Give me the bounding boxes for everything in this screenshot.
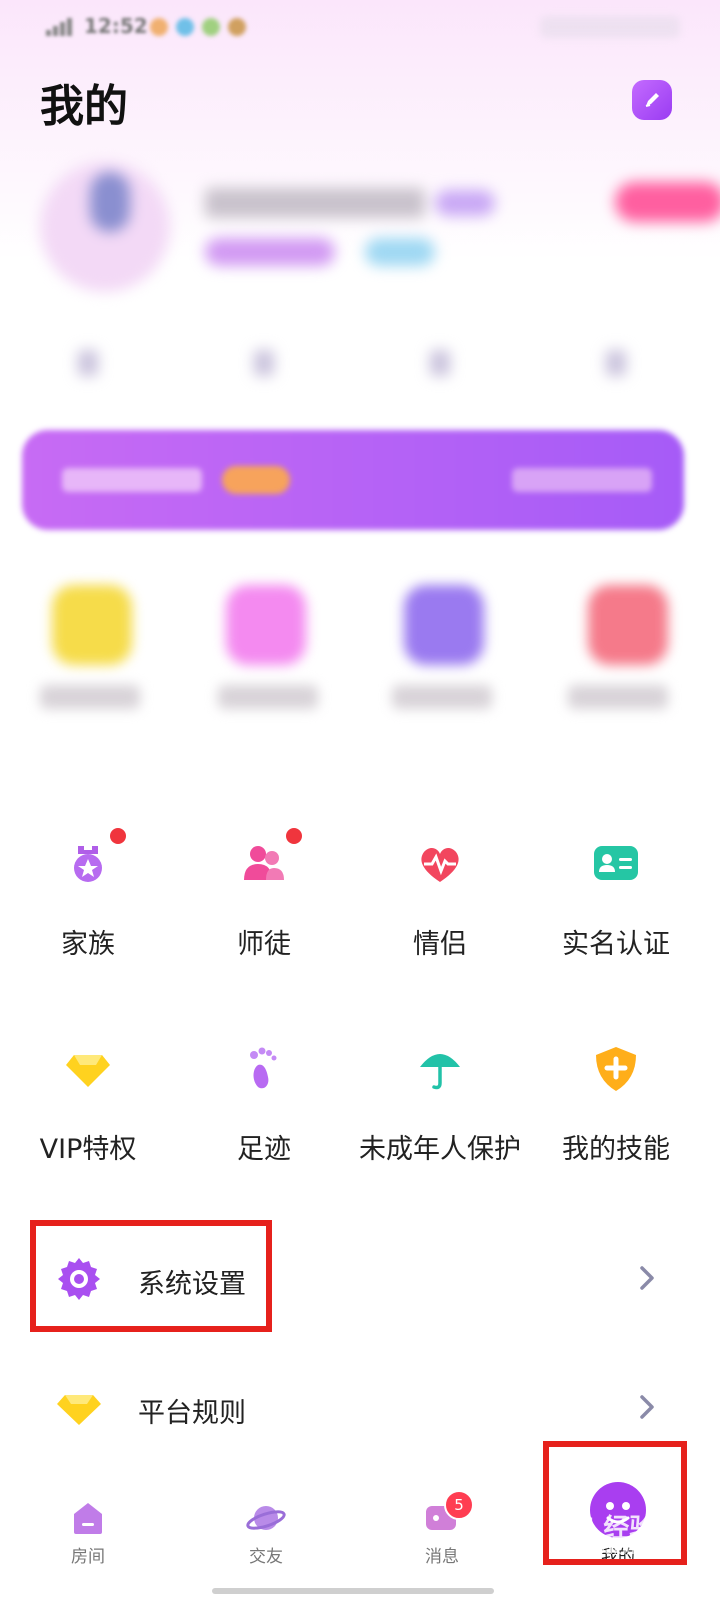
tab-room[interactable]: 房间 [28, 1488, 148, 1600]
feature-label: 足迹 [237, 1134, 291, 1165]
diamond-icon [66, 1055, 110, 1087]
umbrella-icon [420, 1054, 460, 1090]
gift-icon[interactable] [588, 585, 668, 665]
notification-icons [150, 18, 270, 36]
highlight-box-settings [30, 1220, 272, 1332]
tab-label: 房间 [71, 1547, 105, 1567]
feature-label: 未成年人保护 [359, 1134, 521, 1165]
profile-card[interactable] [0, 150, 720, 420]
people-icon [244, 846, 284, 880]
unread-badge: 5 [444, 1490, 474, 1520]
feature-vip[interactable]: VIP特权 [0, 1045, 176, 1185]
list-item-platform-rules[interactable]: 平台规则 [0, 1363, 720, 1453]
feature-label: 情侣 [413, 929, 467, 960]
medal-icon [74, 846, 102, 882]
chevron-right-icon [640, 1395, 654, 1419]
highlight-box-mine-tab [543, 1441, 687, 1565]
feature-label: 我的技能 [562, 1134, 670, 1165]
user-id-tag [365, 238, 435, 266]
profile-action-button[interactable] [615, 182, 720, 222]
list-item-label: 平台规则 [138, 1398, 246, 1429]
id-card-icon [594, 846, 638, 880]
vip-banner[interactable] [22, 430, 684, 530]
stat-item[interactable] [606, 350, 626, 376]
tab-friends[interactable]: 交友 [206, 1488, 326, 1600]
status-time: 12:52 [84, 14, 148, 38]
feature-label: 家族 [61, 929, 115, 960]
diamond-icon [57, 1395, 101, 1425]
wallet-tiles [0, 565, 720, 725]
edit-button[interactable] [632, 80, 672, 120]
crown-icon[interactable] [52, 585, 132, 665]
pencil-icon [645, 93, 659, 107]
stat-item[interactable] [78, 350, 98, 376]
nickname [205, 188, 425, 218]
level-badge [435, 190, 495, 216]
stat-item[interactable] [254, 350, 274, 376]
feature-label: 实名认证 [562, 929, 670, 960]
room-icon [74, 1503, 102, 1534]
shield-icon [596, 1047, 636, 1091]
status-bar: 12:52 [0, 0, 720, 56]
planet-icon [246, 1506, 286, 1530]
feature-id-verify[interactable]: 实名认证 [528, 840, 704, 980]
feature-family[interactable]: 家族 [0, 828, 176, 980]
feature-my-skills[interactable]: 我的技能 [528, 1045, 704, 1185]
tab-label: 消息 [425, 1547, 459, 1567]
feature-mentor[interactable]: 师徒 [176, 828, 352, 980]
shirt-icon[interactable] [226, 585, 306, 665]
tab-messages[interactable]: 5 消息 [382, 1488, 502, 1600]
user-tag [205, 238, 335, 266]
page-title: 我的 [40, 81, 128, 132]
signal-icon [46, 18, 76, 36]
status-indicators [540, 16, 680, 38]
avatar[interactable] [40, 162, 170, 292]
feature-couple[interactable]: 情侣 [352, 840, 528, 980]
footprint-icon [250, 1047, 277, 1089]
wallet-icon[interactable] [404, 585, 484, 665]
feature-minor-protection[interactable]: 未成年人保护 [352, 1045, 528, 1185]
notification-dot [286, 828, 302, 844]
feature-footprint[interactable]: 足迹 [176, 1045, 352, 1185]
feature-label: VIP特权 [39, 1134, 137, 1165]
chevron-right-icon [640, 1266, 654, 1290]
tab-label: 交友 [249, 1547, 283, 1567]
heart-pulse-icon [421, 847, 459, 882]
feature-label: 师徒 [237, 929, 291, 960]
notification-dot [110, 828, 126, 844]
home-indicator [212, 1588, 494, 1594]
stat-item[interactable] [430, 350, 450, 376]
